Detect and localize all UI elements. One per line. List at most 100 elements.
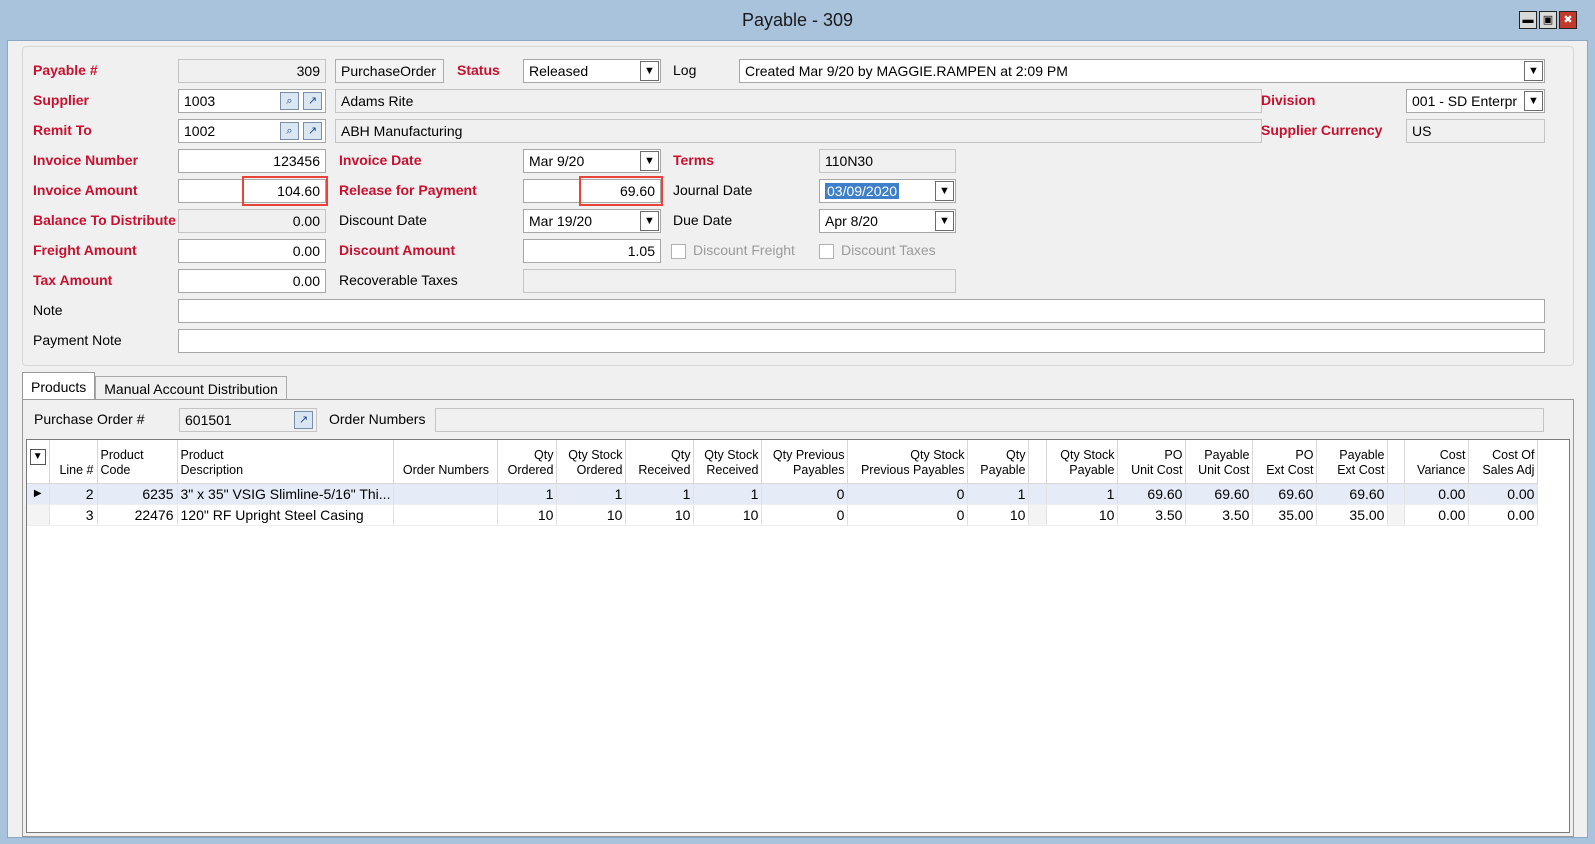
col-qty-stock-ordered[interactable]: Qty Stock Ordered (556, 440, 627, 484)
cell-qty-received[interactable]: 10 (625, 504, 695, 526)
cell-product-description[interactable]: 3" x 35" VSIG Slimline-5/16" Thi... (177, 483, 395, 505)
products-grid[interactable]: ▼ Line # Product Code Product Description … (26, 439, 1570, 833)
col-po-ext-cost[interactable]: PO Ext Cost (1252, 440, 1318, 484)
table-row[interactable]: 3 22476 120" RF Upright Steel Casing 10 … (27, 504, 1539, 526)
col-product-description[interactable]: Product Description (177, 440, 395, 484)
col-product-code[interactable]: Product Code (97, 440, 178, 484)
lookup-icon[interactable]: ⌕ (280, 122, 299, 140)
cell-po-ext-cost[interactable]: 35.00 (1252, 504, 1318, 526)
cell-qty-ordered[interactable]: 1 (497, 483, 558, 505)
cell-product-description[interactable]: 120" RF Upright Steel Casing (177, 504, 395, 526)
remit-to-code-field[interactable]: 1002 ⌕ ↗ (178, 119, 326, 143)
chevron-down-icon[interactable]: ▼ (29, 448, 46, 465)
tab-products[interactable]: Products (22, 372, 96, 400)
col-qty-stock-previous-payables[interactable]: Qty Stock Previous Payables (847, 440, 969, 484)
discount-amount-field[interactable]: 1.05 (523, 239, 661, 263)
lookup-icon[interactable]: ⌕ (280, 92, 299, 110)
table-row[interactable]: ▶ 2 6235 3" x 35" VSIG Slimline-5/16" Th… (27, 483, 1539, 505)
cell-qty-previous-payables[interactable]: 0 (761, 504, 849, 526)
open-link-icon[interactable]: ↗ (303, 92, 322, 110)
cell-qty-stock-received[interactable]: 10 (693, 504, 763, 526)
note-input[interactable] (178, 299, 1545, 323)
discount-taxes-checkbox[interactable] (819, 244, 834, 259)
cell-qty-payable[interactable]: 10 (967, 504, 1030, 526)
cell-qty-stock-ordered[interactable]: 1 (556, 483, 627, 505)
terms-label: Terms (673, 152, 714, 168)
chevron-down-icon[interactable]: ▼ (640, 61, 659, 81)
cell-payable-unit-cost[interactable]: 3.50 (1185, 504, 1254, 526)
cell-qty-stock-payable[interactable]: 10 (1046, 504, 1119, 526)
cell-qty-received[interactable]: 1 (625, 483, 695, 505)
status-select[interactable]: Released ▼ (523, 59, 661, 83)
col-qty-ordered[interactable]: Qty Ordered (497, 440, 558, 484)
open-link-icon[interactable]: ↗ (303, 122, 322, 140)
cell-line[interactable]: 2 (49, 483, 98, 505)
log-select[interactable]: Created Mar 9/20 by MAGGIE.RAMPEN at 2:0… (739, 59, 1545, 83)
due-date-picker[interactable]: Apr 8/20 ▼ (819, 209, 956, 233)
payment-note-input[interactable] (178, 329, 1545, 353)
close-button[interactable]: ✖ (1559, 11, 1577, 29)
col-order-numbers[interactable]: Order Numbers (393, 440, 499, 484)
cell-qty-payable[interactable]: 1 (967, 483, 1030, 505)
row-selector[interactable] (27, 504, 50, 526)
col-qty-received[interactable]: Qty Received (625, 440, 695, 484)
col-qty-stock-payable[interactable]: Qty Stock Payable (1046, 440, 1119, 484)
col-payable-unit-cost[interactable]: Payable Unit Cost (1185, 440, 1254, 484)
cell-qty-stock-previous-payables[interactable]: 0 (847, 483, 969, 505)
order-numbers-label: Order Numbers (329, 411, 426, 427)
col-qty-payable[interactable]: Qty Payable (967, 440, 1030, 484)
cell-payable-unit-cost[interactable]: 69.60 (1185, 483, 1254, 505)
tax-amount-field[interactable]: 0.00 (178, 269, 326, 293)
cell-qty-previous-payables[interactable]: 0 (761, 483, 849, 505)
open-link-icon[interactable]: ↗ (294, 411, 313, 429)
col-qty-previous-payables[interactable]: Qty Previous Payables (761, 440, 849, 484)
col-line[interactable]: Line # (49, 440, 98, 484)
cell-qty-stock-received[interactable]: 1 (693, 483, 763, 505)
minimize-button[interactable]: ▬ (1519, 11, 1537, 29)
col-cost-variance[interactable]: Cost Variance (1404, 440, 1470, 484)
supplier-code-field[interactable]: 1003 ⌕ ↗ (178, 89, 326, 113)
tab-manual-account-distribution[interactable]: Manual Account Distribution (95, 376, 287, 400)
select-all-header[interactable]: ▼ (27, 440, 50, 484)
cell-po-unit-cost[interactable]: 3.50 (1117, 504, 1187, 526)
cell-cost-of-sales-adj[interactable]: 0.00 (1468, 504, 1539, 526)
chevron-down-icon[interactable]: ▼ (640, 211, 659, 231)
purchase-order-button[interactable]: PurchaseOrder (335, 59, 444, 83)
chevron-down-icon[interactable]: ▼ (935, 211, 954, 231)
row-selector-icon[interactable]: ▶ (27, 483, 50, 505)
cell-cost-variance[interactable]: 0.00 (1404, 483, 1470, 505)
cell-qty-ordered[interactable]: 10 (497, 504, 558, 526)
cell-payable-ext-cost[interactable]: 69.60 (1316, 483, 1389, 505)
cell-order-numbers[interactable] (393, 483, 499, 505)
cell-product-code[interactable]: 6235 (97, 483, 178, 505)
cell-payable-ext-cost[interactable]: 35.00 (1316, 504, 1389, 526)
cell-po-unit-cost[interactable]: 69.60 (1117, 483, 1187, 505)
discount-date-picker[interactable]: Mar 19/20 ▼ (523, 209, 661, 233)
cell-cost-of-sales-adj[interactable]: 0.00 (1468, 483, 1539, 505)
chevron-down-icon[interactable]: ▼ (1524, 91, 1543, 111)
division-select[interactable]: 001 - SD Enterpr ▼ (1406, 89, 1545, 113)
cell-qty-stock-ordered[interactable]: 10 (556, 504, 627, 526)
cell-spacer (1028, 483, 1048, 505)
col-qty-stock-received[interactable]: Qty Stock Received (693, 440, 763, 484)
chevron-down-icon[interactable]: ▼ (640, 151, 659, 171)
purchase-order-field: 601501 ↗ (179, 408, 317, 432)
cell-qty-stock-payable[interactable]: 1 (1046, 483, 1119, 505)
cell-line[interactable]: 3 (49, 504, 98, 526)
freight-amount-field[interactable]: 0.00 (178, 239, 326, 263)
cell-po-ext-cost[interactable]: 69.60 (1252, 483, 1318, 505)
cell-order-numbers[interactable] (393, 504, 499, 526)
cell-cost-variance[interactable]: 0.00 (1404, 504, 1470, 526)
chevron-down-icon[interactable]: ▼ (935, 181, 954, 201)
discount-freight-checkbox[interactable] (671, 244, 686, 259)
col-cost-of-sales-adj[interactable]: Cost Of Sales Adj (1468, 440, 1539, 484)
cell-product-code[interactable]: 22476 (97, 504, 178, 526)
chevron-down-icon[interactable]: ▼ (1524, 61, 1543, 81)
col-po-unit-cost[interactable]: PO Unit Cost (1117, 440, 1187, 484)
journal-date-picker[interactable]: 03/09/2020 ▼ (819, 179, 956, 203)
cell-qty-stock-previous-payables[interactable]: 0 (847, 504, 969, 526)
invoice-number-field[interactable]: 123456 (178, 149, 326, 173)
invoice-date-picker[interactable]: Mar 9/20 ▼ (523, 149, 661, 173)
maximize-button[interactable]: ▣ (1539, 11, 1557, 29)
col-payable-ext-cost[interactable]: Payable Ext Cost (1316, 440, 1389, 484)
